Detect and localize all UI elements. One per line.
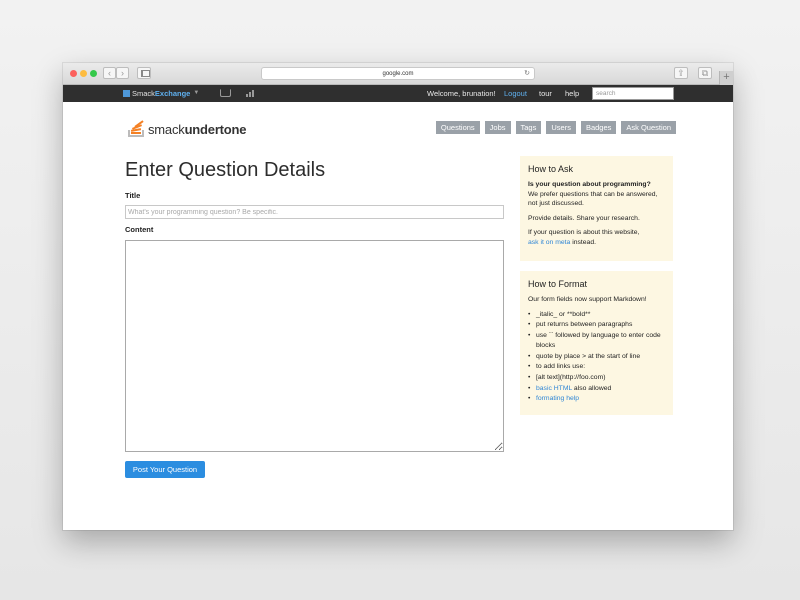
list-item: [alt text](http://foo.com): [528, 373, 665, 384]
close-window-button[interactable]: [70, 70, 77, 77]
browser-window: ‹ › google.com ↻ ⇪ ⧉ + Smack Exchange ▼ …: [63, 63, 733, 530]
list-item: put returns between paragraphs: [528, 320, 665, 331]
network-logo-icon: [123, 90, 130, 97]
help-link[interactable]: help: [565, 88, 579, 99]
title-input[interactable]: [125, 205, 504, 219]
caret-down-icon: ▼: [193, 90, 200, 96]
forward-arrow-icon[interactable]: ›: [116, 67, 129, 79]
reload-icon[interactable]: ↻: [524, 68, 530, 80]
site-logo[interactable]: smackundertone: [128, 117, 247, 137]
how-to-ask-heading: How to Ask: [528, 164, 574, 174]
formatting-help-link[interactable]: formating help: [536, 395, 579, 402]
url-text: google.com: [382, 71, 414, 77]
list-item: to add links use:: [528, 362, 665, 373]
format-intro: Our form fields now support Markdown!: [528, 296, 647, 303]
nav-jobs[interactable]: Jobs: [484, 121, 511, 134]
how-to-format-heading: How to Format: [528, 279, 588, 289]
achievements-icon[interactable]: [246, 89, 256, 97]
share-icon[interactable]: ⇪: [674, 67, 688, 79]
ask-text-3: If your question is about this website, a…: [528, 229, 640, 246]
network-brand-a: Smack: [132, 89, 155, 98]
post-question-button[interactable]: Post Your Question: [125, 461, 205, 478]
nav-questions[interactable]: Questions: [435, 121, 480, 134]
how-to-format-box: How to Format Our form fields now suppor…: [520, 271, 673, 415]
format-list: _italic_ or **bold** put returns between…: [528, 310, 665, 405]
basic-html-link[interactable]: basic HTML: [536, 385, 572, 392]
sidebar-toggle-icon[interactable]: [137, 67, 151, 79]
how-to-ask-box: How to Ask Is your question about progra…: [520, 156, 673, 261]
ask-question-prompt: Is your question about programming?: [528, 181, 651, 188]
inbox-icon[interactable]: [220, 89, 231, 97]
site-name: smackundertone: [148, 122, 247, 137]
stack-logo-icon: [128, 117, 146, 137]
list-item: formating help: [528, 394, 665, 405]
show-tabs-icon[interactable]: ⧉: [698, 67, 712, 79]
browser-toolbar: ‹ › google.com ↻ ⇪ ⧉ +: [63, 63, 733, 85]
tour-link[interactable]: tour: [539, 88, 552, 99]
nav-tags[interactable]: Tags: [515, 121, 542, 134]
network-brand-b: Exchange: [154, 89, 191, 98]
search-input[interactable]: [592, 87, 674, 100]
title-label: Title: [125, 191, 141, 200]
network-switcher[interactable]: Smack Exchange ▼: [123, 88, 199, 99]
content-textarea[interactable]: [125, 240, 504, 452]
site-nav: Questions Jobs Tags Users Badges Ask Que…: [431, 121, 676, 134]
content-label: Content: [125, 225, 154, 234]
ask-on-meta-link[interactable]: ask it on meta: [528, 239, 570, 246]
list-item: use `` followed by language to enter cod…: [528, 331, 665, 352]
nav-badges[interactable]: Badges: [580, 121, 617, 134]
back-arrow-icon[interactable]: ‹: [103, 67, 116, 79]
welcome-text: Welcome, brunation!: [427, 89, 496, 98]
address-bar[interactable]: google.com ↻: [261, 67, 535, 80]
list-item: quote by place > at the start of line: [528, 352, 665, 363]
list-item: basic HTML also allowed: [528, 384, 665, 395]
new-tab-icon[interactable]: +: [719, 71, 733, 85]
ask-text-2: Provide details. Share your research.: [528, 214, 640, 222]
ask-text-1: We prefer questions that can be answered…: [528, 190, 658, 208]
page-title: Enter Question Details: [125, 159, 326, 181]
list-item: _italic_ or **bold**: [528, 310, 665, 321]
zoom-window-button[interactable]: [90, 70, 97, 77]
network-topbar: Smack Exchange ▼ Welcome, brunation! Log…: [63, 85, 733, 102]
minimize-window-button[interactable]: [80, 70, 87, 77]
nav-ask-question[interactable]: Ask Question: [621, 121, 676, 134]
logout-link[interactable]: Logout: [504, 88, 527, 99]
nav-users[interactable]: Users: [546, 121, 576, 134]
